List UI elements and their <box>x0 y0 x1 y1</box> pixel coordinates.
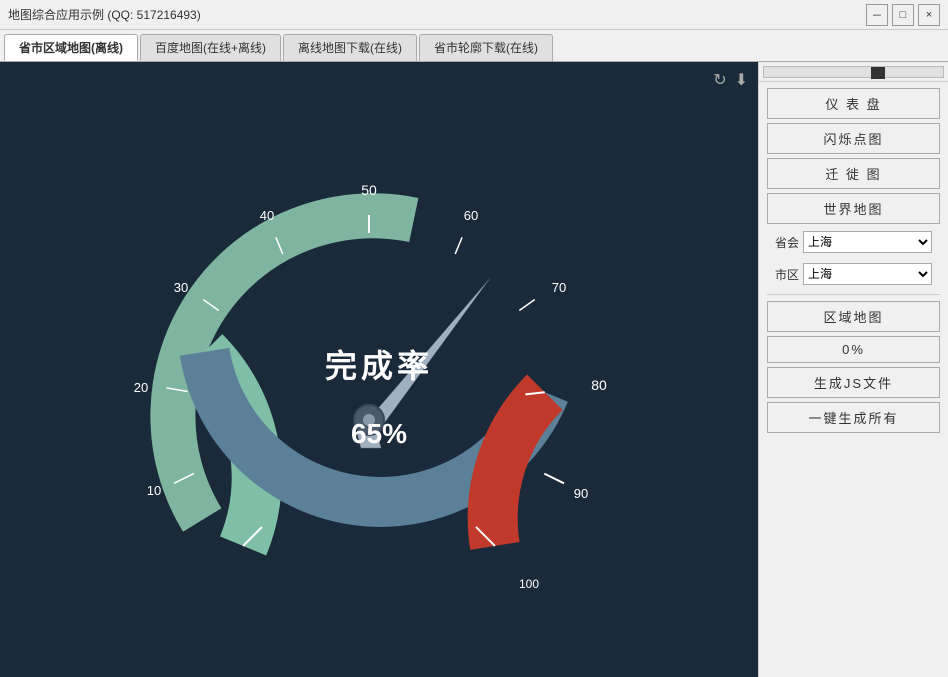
tick-20 <box>167 387 188 391</box>
label-50: 50 <box>361 182 377 198</box>
main-layout: ↻ ⬇ <box>0 62 948 677</box>
generate-button[interactable]: 生成JS文件 <box>767 367 940 398</box>
right-panel: 仪 表 盘 闪烁点图 迁 徙 图 世界地图 省会 上海 北京 广东 浙江 市区 … <box>758 62 948 677</box>
gauge-title-label: 完成率 <box>325 341 433 387</box>
region-button[interactable]: 区域地图 <box>767 301 940 332</box>
tab-offline-download[interactable]: 离线地图下载(在线) <box>283 34 417 61</box>
dashboard-button[interactable]: 仪 表 盘 <box>767 88 940 119</box>
gauge-toolbar: ↻ ⬇ <box>713 70 748 90</box>
maximize-button[interactable]: □ <box>892 4 914 26</box>
tick-40 <box>276 237 283 254</box>
download-icon[interactable]: ⬇ <box>735 70 748 90</box>
gauge-container: 0 10 20 <box>119 130 639 610</box>
label-80: 80 <box>591 377 607 393</box>
migration-button[interactable]: 迁 徙 图 <box>767 158 940 189</box>
scrollbar-track <box>763 66 944 78</box>
district-select[interactable]: 上海 浦东新区 黄浦区 <box>803 263 932 285</box>
progress-button[interactable]: 0% <box>767 336 940 363</box>
world-button[interactable]: 世界地图 <box>767 193 940 224</box>
tab-province-outline[interactable]: 省市轮廓下载(在线) <box>419 34 553 61</box>
gauge-percent-label: 65% <box>351 418 407 450</box>
province-select[interactable]: 上海 北京 广东 浙江 <box>803 231 932 253</box>
label-60: 60 <box>464 208 478 223</box>
generate-all-button[interactable]: 一键生成所有 <box>767 402 940 433</box>
minimize-button[interactable]: － <box>866 4 888 26</box>
gauge-panel: ↻ ⬇ <box>0 62 758 677</box>
divider <box>767 294 940 295</box>
label-70: 70 <box>552 280 566 295</box>
tick-30 <box>203 299 219 310</box>
right-buttons: 仪 表 盘 闪烁点图 迁 徙 图 世界地图 省会 上海 北京 广东 浙江 市区 … <box>759 82 948 439</box>
label-30: 30 <box>174 280 188 295</box>
scrollbar-area[interactable] <box>759 62 948 82</box>
tick-90 <box>544 473 564 483</box>
title-bar: 地图综合应用示例 (QQ: 517216493) － □ × <box>0 0 948 30</box>
tab-bar: 省市区域地图(离线) 百度地图(在线+离线) 离线地图下载(在线) 省市轮廓下载… <box>0 30 948 62</box>
district-label: 市区 <box>775 266 799 283</box>
close-button[interactable]: × <box>918 4 940 26</box>
province-row: 省会 上海 北京 广东 浙江 <box>767 228 940 256</box>
scrollbar-thumb[interactable] <box>871 67 885 79</box>
flash-button[interactable]: 闪烁点图 <box>767 123 940 154</box>
tick-10 <box>174 473 194 483</box>
tick-60 <box>455 237 462 254</box>
title-text: 地图综合应用示例 (QQ: 517216493) <box>8 6 201 23</box>
district-row: 市区 上海 浦东新区 黄浦区 <box>767 260 940 288</box>
tick-70 <box>519 299 535 310</box>
label-90: 90 <box>574 486 588 501</box>
tab-baidu-map[interactable]: 百度地图(在线+离线) <box>140 34 281 61</box>
refresh-icon[interactable]: ↻ <box>713 70 726 90</box>
label-20: 20 <box>134 380 148 395</box>
tab-offline-region[interactable]: 省市区域地图(离线) <box>4 34 138 61</box>
gauge-arc-red <box>493 392 545 546</box>
province-label: 省会 <box>775 234 799 251</box>
title-controls: － □ × <box>866 4 940 26</box>
label-100: 100 <box>519 577 539 590</box>
label-40: 40 <box>260 208 274 223</box>
label-10: 10 <box>147 483 161 498</box>
